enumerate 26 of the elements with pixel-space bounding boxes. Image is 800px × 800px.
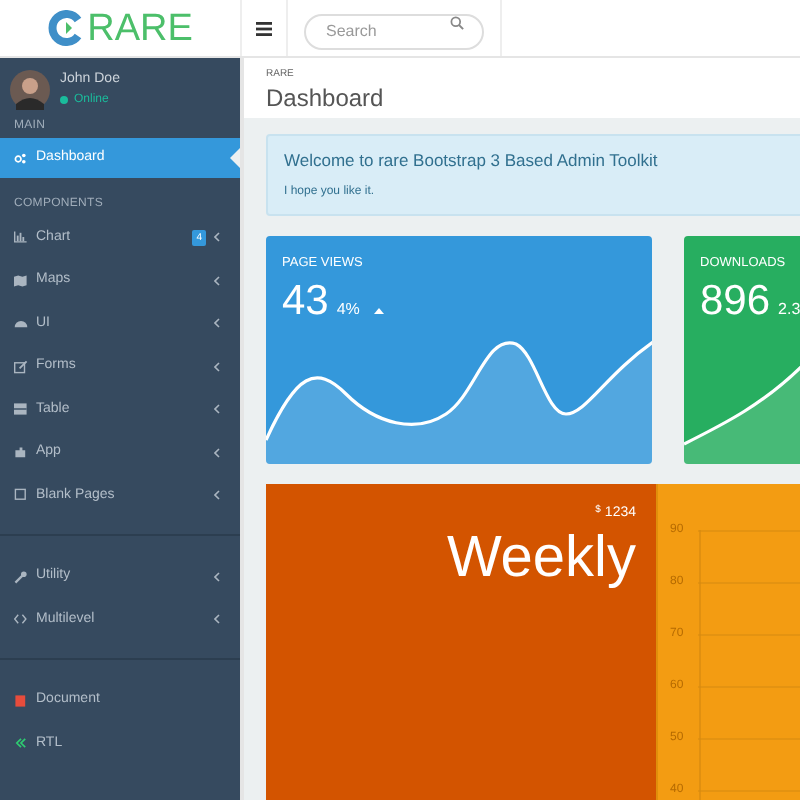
- avatar: [10, 70, 50, 110]
- search-field[interactable]: Search: [304, 13, 484, 49]
- logo-icon: [47, 10, 84, 46]
- bar-chart-icon: [14, 230, 28, 245]
- alert-title: Welcome to rare Bootstrap 3 Based Admin Toolkit: [284, 148, 660, 174]
- cogs-icon: [14, 151, 28, 165]
- table-icon: [14, 402, 28, 417]
- map-icon: [14, 273, 28, 288]
- card-change: 4%: [336, 297, 360, 321]
- card-value: 43: [282, 277, 329, 325]
- page-title: Dashboard: [266, 82, 386, 114]
- card-value: 896: [700, 277, 771, 325]
- puzzle-icon: [14, 445, 28, 460]
- square-icon: [14, 488, 28, 503]
- code-icon: [14, 612, 28, 627]
- weekly-label: Weekly: [446, 524, 636, 593]
- logo-text: RARE: [87, 9, 193, 47]
- up-icon: [373, 307, 384, 313]
- search-icon[interactable]: [450, 16, 464, 30]
- card-change: 2.3: [778, 297, 800, 321]
- edit-icon: [14, 359, 28, 374]
- book-icon: [14, 693, 28, 708]
- menu-icon[interactable]: [256, 21, 272, 35]
- double-arrow-icon: [14, 736, 28, 751]
- gauge-icon: [14, 316, 28, 331]
- wrench-icon: [14, 569, 28, 584]
